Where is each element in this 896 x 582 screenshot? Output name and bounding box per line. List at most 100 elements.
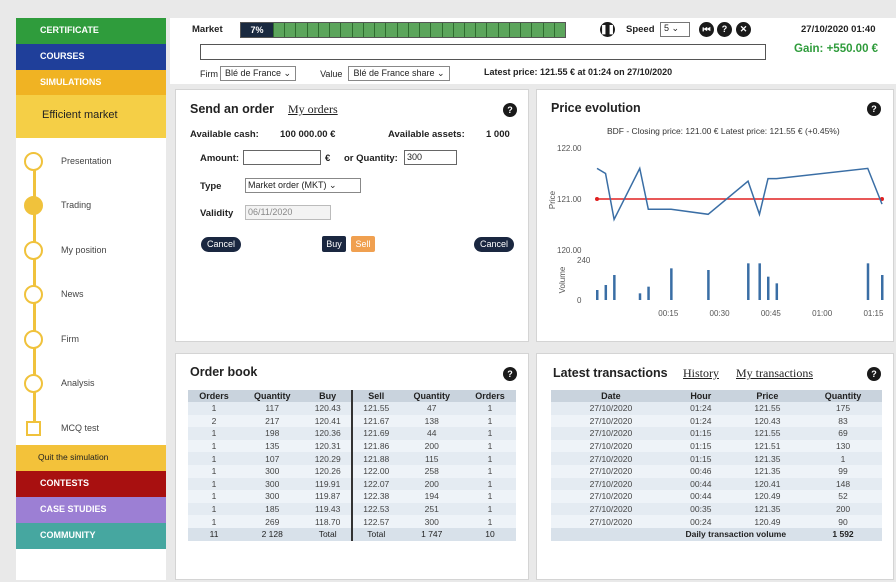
type-label: Type xyxy=(200,181,222,192)
orderbook-row[interactable]: 1 300 119.91 122.07 200 1 xyxy=(188,477,516,491)
orderbook-cell: 120.41 xyxy=(304,414,352,428)
quit-simulation-button[interactable]: Quit the simulation xyxy=(16,445,166,471)
order-type-select[interactable]: Market order (MKT) ⌄ xyxy=(245,178,361,193)
nav-courses[interactable]: COURSES xyxy=(16,44,166,70)
cancel-button[interactable]: Cancel xyxy=(474,237,514,252)
cash-value: 100 000.00 € xyxy=(280,129,336,140)
orderbook-row[interactable]: 1 185 119.43 122.53 251 1 xyxy=(188,502,516,516)
orderbook-cell: 200 xyxy=(399,477,464,491)
orderbook-cell: 1 xyxy=(188,502,241,516)
x-tick-label: 00:15 xyxy=(658,309,679,318)
market-progress-segment xyxy=(520,23,532,37)
transaction-cell: 27/10/2020 xyxy=(551,452,671,465)
transactions-table: Date Hour Price Quantity 27/10/2020 01:24 121.… xyxy=(551,390,882,541)
step-mcq-test[interactable]: MCQ test xyxy=(24,418,99,438)
orderbook-cell: 121.88 xyxy=(350,452,400,465)
volume-bar xyxy=(670,268,673,300)
message-bar[interactable] xyxy=(200,44,766,60)
transaction-cell: 27/10/2020 xyxy=(551,502,671,516)
orderbook-cell: 1 xyxy=(188,477,241,491)
nav-community[interactable]: COMMUNITY xyxy=(16,523,166,549)
transaction-row: 27/10/2020 01:15 121.55 69 xyxy=(551,427,882,440)
nav-contests[interactable]: CONTESTS xyxy=(16,471,166,497)
help-icon[interactable]: ? xyxy=(867,102,881,116)
orderbook-total-row: 11 2 128 Total Total 1 747 10 xyxy=(188,527,516,541)
market-progress-segment xyxy=(441,23,453,37)
orderbook-row[interactable]: 1 300 119.87 122.38 194 1 xyxy=(188,490,516,503)
orderbook-total-cell: 2 128 xyxy=(240,527,305,541)
history-link[interactable]: History xyxy=(683,366,719,381)
transaction-cell: 69 xyxy=(804,427,882,440)
x-tick-label: 00:30 xyxy=(710,309,731,318)
pause-icon[interactable]: ❚❚ xyxy=(600,22,615,37)
step-trading[interactable]: Trading xyxy=(24,195,91,215)
amount-input[interactable] xyxy=(243,150,321,165)
orderbook-header-cell: Orders xyxy=(188,390,241,402)
price-panel: Price evolution ? BDF - Closing price: 1… xyxy=(536,89,894,342)
orderbook-row[interactable]: 1 117 120.43 121.55 47 1 xyxy=(188,402,516,415)
nav-certificate[interactable]: CERTIFICATE xyxy=(16,18,166,44)
nav-case-studies[interactable]: CASE STUDIES xyxy=(16,497,166,523)
market-progress-segment xyxy=(396,23,408,37)
gain-value: Gain: +550.00 € xyxy=(794,43,879,55)
orderbook-cell: 300 xyxy=(399,515,464,528)
market-progress-segment xyxy=(317,23,330,37)
simulation-title[interactable]: Efficient market xyxy=(16,95,166,138)
volume-label: Daily transaction volume xyxy=(551,527,805,541)
market-progress-segments xyxy=(273,23,566,37)
transactions-header-cell: Date xyxy=(551,390,671,402)
amount-label: Amount: xyxy=(200,153,240,164)
orderbook-cell: 121.67 xyxy=(350,414,400,428)
help-icon[interactable]: ? xyxy=(503,367,517,381)
transaction-row: 27/10/2020 00:44 120.41 148 xyxy=(551,477,882,491)
buy-button[interactable]: Buy xyxy=(322,236,346,252)
my-orders-link[interactable]: My orders xyxy=(288,102,338,117)
quantity-input[interactable]: 300 xyxy=(404,150,457,165)
transaction-cell: 27/10/2020 xyxy=(551,402,671,415)
orderbook-cell: 44 xyxy=(399,427,464,440)
orderbook-row[interactable]: 1 198 120.36 121.69 44 1 xyxy=(188,427,516,440)
step-presentation[interactable]: Presentation xyxy=(24,151,112,171)
step-firm[interactable]: Firm xyxy=(24,329,79,349)
market-progress-segment xyxy=(284,23,296,37)
market-progress-segment xyxy=(419,23,431,37)
help-icon[interactable]: ? xyxy=(867,367,881,381)
speed-select[interactable]: 5 ⌄ xyxy=(660,22,690,37)
transaction-cell: 121.55 xyxy=(730,427,805,440)
help-icon[interactable]: ? xyxy=(503,103,517,117)
transaction-cell: 27/10/2020 xyxy=(551,414,671,428)
orderbook-row[interactable]: 1 269 118.70 122.57 300 1 xyxy=(188,515,516,528)
orderbook-cell: 121.69 xyxy=(350,427,400,440)
transaction-row: 27/10/2020 00:46 121.35 99 xyxy=(551,464,882,478)
sell-button[interactable]: Sell xyxy=(351,236,375,252)
orderbook-row[interactable]: 1 300 120.26 122.00 258 1 xyxy=(188,464,516,478)
firm-label: Firm xyxy=(200,68,218,79)
close-icon[interactable]: ✕ xyxy=(736,22,751,37)
my-transactions-link[interactable]: My transactions xyxy=(736,366,813,381)
volume-value: 1 592 xyxy=(804,527,882,541)
firm-selector-row: Firm Blé de France ⌄ Value Blé de France… xyxy=(200,66,450,81)
volume-bar xyxy=(638,293,642,300)
validity-input[interactable]: 06/11/2020 xyxy=(245,205,331,220)
transaction-cell: 00:35 xyxy=(670,502,731,516)
step-news[interactable]: News xyxy=(24,284,84,304)
orderbook-header-cell: Buy xyxy=(304,390,352,402)
value-select[interactable]: Blé de France share ⌄ xyxy=(348,66,450,81)
orderbook-row[interactable]: 1 107 120.29 121.88 115 1 xyxy=(188,452,516,465)
orderbook-row[interactable]: 2 217 120.41 121.67 138 1 xyxy=(188,414,516,428)
nav-simulations[interactable]: SIMULATIONS xyxy=(16,70,166,95)
firm-select[interactable]: Blé de France ⌄ xyxy=(220,66,297,81)
step-analysis[interactable]: Analysis xyxy=(24,373,95,393)
transaction-row: 27/10/2020 00:44 120.49 52 xyxy=(551,490,882,503)
step-my-position[interactable]: My position xyxy=(24,240,107,260)
orderbook-cell: 217 xyxy=(240,414,305,428)
orderbook-cell: 1 xyxy=(463,402,516,415)
orderbook-row[interactable]: 1 135 120.31 121.86 200 1 xyxy=(188,439,516,453)
help-icon[interactable]: ? xyxy=(717,22,732,37)
transaction-cell: 01:15 xyxy=(670,427,731,440)
transaction-cell: 27/10/2020 xyxy=(551,464,671,478)
volume-bar xyxy=(613,275,616,300)
rewind-icon[interactable]: ⏮ xyxy=(699,22,714,37)
price-tick-label: 120.00 xyxy=(557,246,582,255)
cancel-button[interactable]: Cancel xyxy=(201,237,241,252)
